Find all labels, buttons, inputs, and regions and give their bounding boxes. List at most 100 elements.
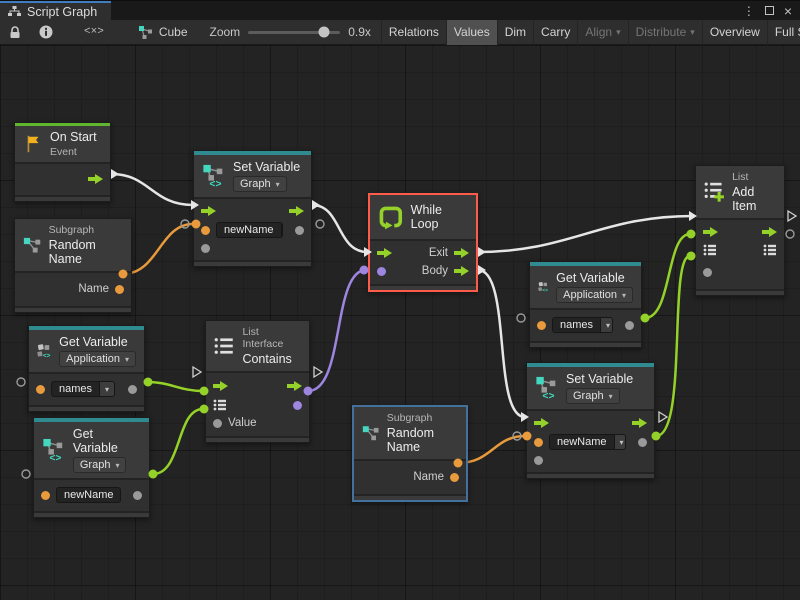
carry-button[interactable]: Carry (533, 20, 577, 45)
flow-output-port[interactable] (287, 381, 302, 391)
value-input-port[interactable] (213, 419, 222, 428)
graph-variable-icon: <> (202, 163, 226, 189)
lock-icon[interactable] (0, 20, 30, 45)
variable-name-dropdown[interactable]: newName▾ (56, 487, 121, 503)
scope-dropdown[interactable]: Graph▾ (566, 388, 620, 404)
flow-input-port[interactable] (703, 227, 718, 237)
chevron-down-icon: ▾ (609, 392, 613, 401)
graph-canvas[interactable]: On Start Event (0, 45, 800, 600)
application-variable-icon: <> (538, 274, 549, 300)
node-title: Get Variable (73, 427, 141, 455)
node-get-variable-app-right[interactable]: <> Get Variable Application▾ names▾ (529, 261, 642, 348)
relations-button[interactable]: Relations (381, 20, 446, 45)
flow-input-port[interactable] (377, 248, 392, 258)
flow-output-port[interactable] (289, 206, 304, 216)
values-button[interactable]: Values (446, 20, 497, 45)
svg-text:<>: <> (209, 180, 221, 189)
flow-output-port[interactable] (88, 174, 103, 184)
port-label: Name (413, 471, 444, 483)
overview-button[interactable]: Overview (702, 20, 767, 45)
value-input-port[interactable] (201, 226, 210, 235)
node-title: Add Item (732, 185, 776, 213)
list-icon (214, 336, 235, 356)
node-set-variable-right[interactable]: <> Set Variable Graph▾ newNa (526, 362, 655, 479)
list-output-port[interactable] (763, 244, 777, 256)
node-subgraph-left[interactable]: Subgraph Random Name Name (14, 218, 132, 313)
value-output-port[interactable] (638, 438, 647, 447)
node-subgraph-center[interactable]: Subgraph Random Name Name (352, 405, 468, 502)
zoom-slider-handle[interactable] (318, 27, 329, 38)
node-footer (194, 260, 311, 266)
scope-dropdown[interactable]: Graph▾ (73, 457, 127, 473)
subgraph-icon (23, 235, 42, 255)
value-output-port[interactable] (128, 385, 137, 394)
value-output-port[interactable] (115, 285, 124, 294)
value-output-port[interactable] (295, 226, 304, 235)
zoom-slider[interactable] (248, 31, 340, 34)
node-add-item[interactable]: List Add Item (695, 165, 785, 296)
variable-name-dropdown[interactable]: names▾ (552, 317, 613, 333)
info-icon[interactable] (30, 20, 62, 45)
subgraph-icon (362, 423, 380, 443)
value-output-port[interactable] (450, 473, 459, 482)
context-target[interactable]: Cube (126, 25, 200, 40)
value-input-port[interactable] (534, 438, 543, 447)
svg-text:<>: <> (542, 288, 548, 294)
value-output-port[interactable] (133, 491, 142, 500)
value-input-port[interactable] (36, 385, 45, 394)
value-input-port[interactable] (537, 321, 546, 330)
node-icon (138, 25, 153, 40)
value-input-port[interactable] (41, 491, 50, 500)
flow-input-port[interactable] (534, 418, 549, 428)
menu-icon[interactable]: ⋮ (743, 4, 755, 18)
variable-name-dropdown[interactable]: names▾ (51, 381, 115, 397)
node-footer (527, 472, 654, 478)
node-kind: Subgraph (49, 224, 123, 236)
dim-button[interactable]: Dim (497, 20, 533, 45)
flow-output-port[interactable] (632, 418, 647, 428)
list-input-port[interactable] (213, 399, 227, 411)
list-input-port[interactable] (703, 244, 717, 256)
close-icon[interactable]: × (784, 6, 792, 16)
value-output-port[interactable] (625, 321, 634, 330)
align-dropdown[interactable]: Align▾ (577, 20, 627, 45)
condition-input-port[interactable] (377, 267, 386, 276)
zoom-value: 0.9x (348, 25, 371, 39)
code-icon[interactable]: <×> (62, 26, 126, 38)
node-set-variable-left[interactable]: <> Set Variable Graph▾ newNa (193, 150, 312, 267)
graph-variable-icon: <> (535, 375, 559, 401)
variable-name-dropdown[interactable]: newName▾ (216, 222, 283, 238)
maximize-icon[interactable] (765, 6, 774, 15)
result-output-port[interactable] (293, 401, 302, 410)
flow-output-port-exit[interactable] (454, 248, 469, 258)
scope-dropdown[interactable]: Application▾ (59, 351, 136, 367)
value-input-port[interactable] (534, 456, 543, 465)
scope-dropdown[interactable]: Graph▾ (233, 176, 287, 192)
zoom-label: Zoom (210, 25, 241, 39)
fullscreen-button[interactable]: Full Screen (767, 20, 800, 45)
node-get-variable-graph-left[interactable]: <> Get Variable Graph▾ newName▾ (33, 417, 150, 518)
node-title: Contains (242, 352, 301, 366)
node-footer (15, 195, 110, 201)
item-input-port[interactable] (703, 268, 712, 277)
port-label: Name (78, 283, 109, 295)
node-kind: List Interface (242, 326, 301, 350)
svg-text:<>: <> (542, 392, 554, 401)
distribute-dropdown[interactable]: Distribute▾ (628, 20, 702, 45)
flow-input-port[interactable] (213, 381, 228, 391)
variable-name-dropdown[interactable]: newName▾ (549, 434, 626, 450)
tab-script-graph[interactable]: Script Graph (0, 1, 111, 20)
toolbar-buttons: Relations Values Dim Carry Align▾ Distri… (381, 20, 800, 45)
flow-input-port[interactable] (201, 206, 216, 216)
value-input-port[interactable] (201, 244, 210, 253)
flow-output-port-body[interactable] (454, 266, 469, 276)
scope-dropdown[interactable]: Application▾ (556, 287, 633, 303)
node-get-variable-app-left[interactable]: <> Get Variable Application▾ names▾ (28, 325, 145, 412)
node-footer (354, 494, 466, 500)
tab-title: Script Graph (27, 5, 97, 19)
node-contains[interactable]: List Interface Contains (205, 320, 310, 443)
node-while-loop[interactable]: While Loop Exit Body (368, 193, 478, 292)
node-on-start[interactable]: On Start Event (14, 122, 111, 202)
chevron-down-icon: ▾ (620, 438, 624, 447)
flow-output-port[interactable] (762, 227, 777, 237)
